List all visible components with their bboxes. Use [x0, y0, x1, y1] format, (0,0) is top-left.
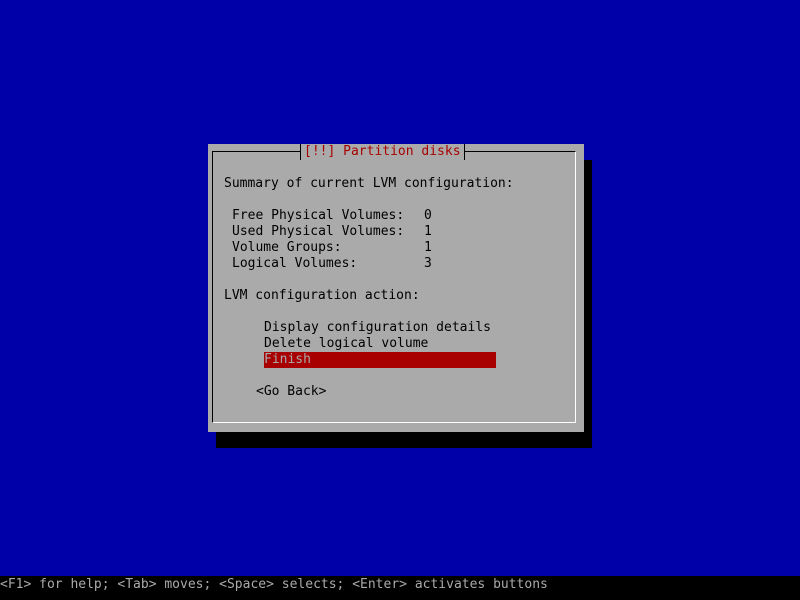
summary-row-free-physical-volumes: Free Physical Volumes: 0 — [232, 208, 452, 224]
summary-row-used-physical-volumes: Used Physical Volumes: 1 — [232, 224, 452, 240]
summary-label: Logical Volumes: — [232, 256, 358, 271]
go-back-button[interactable]: <Go Back> — [256, 384, 326, 400]
summary-row-volume-groups: Volume Groups: 1 — [232, 240, 452, 256]
partition-disks-dialog: [!!] Partition disks Summary of current … — [208, 144, 584, 432]
action-heading: LVM configuration action: — [224, 288, 420, 303]
menu-item-delete-logical-volume[interactable]: Delete logical volume — [264, 336, 496, 352]
status-bar: <F1> for help; <Tab> moves; <Space> sele… — [0, 576, 800, 600]
summary-label: Used Physical Volumes: — [232, 224, 405, 239]
status-help-text: <F1> for help; <Tab> moves; <Space> sele… — [0, 577, 548, 592]
summary-value: 3 — [424, 256, 432, 271]
summary-label: Free Physical Volumes: — [232, 208, 405, 223]
menu-item-finish[interactable]: Finish — [264, 352, 496, 368]
summary-label: Volume Groups: — [232, 240, 342, 255]
summary-heading: Summary of current LVM configuration: — [224, 176, 514, 191]
summary-row-logical-volumes: Logical Volumes: 3 — [232, 256, 452, 272]
summary-value: 1 — [424, 240, 432, 255]
dialog-title: [!!] Partition disks — [300, 144, 465, 160]
menu-item-display-configuration-details[interactable]: Display configuration details — [264, 320, 496, 336]
summary-value: 0 — [424, 208, 432, 223]
summary-value: 1 — [424, 224, 432, 239]
installer-screen: [!!] Partition disks Summary of current … — [0, 0, 800, 600]
